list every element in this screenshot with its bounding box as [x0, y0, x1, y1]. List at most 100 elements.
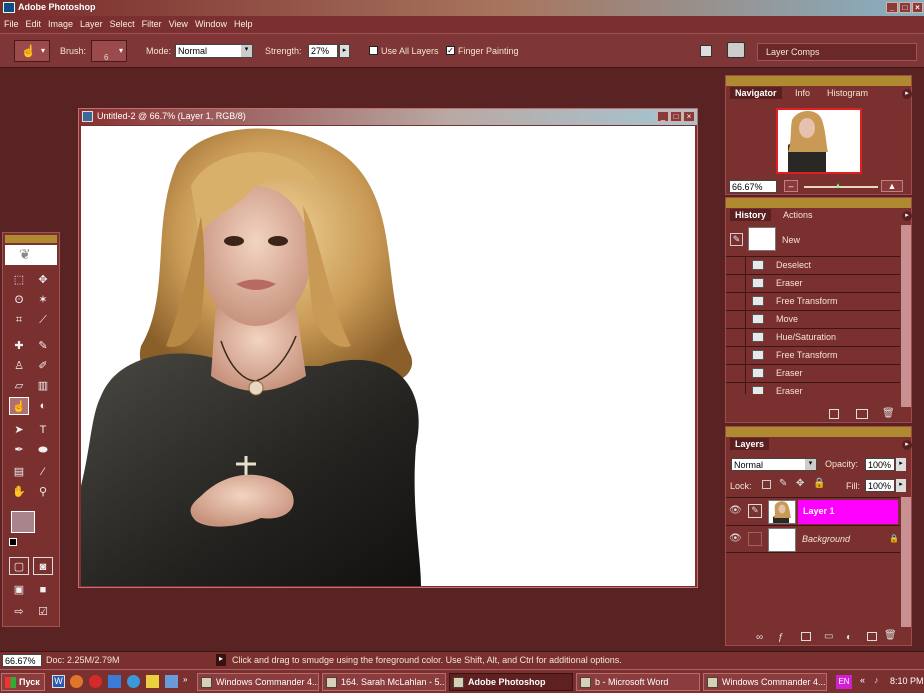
- lock-all-icon[interactable]: 🔒: [813, 478, 825, 489]
- history-item[interactable]: Free Transform: [726, 292, 900, 310]
- word-quicklaunch-icon[interactable]: W: [52, 675, 65, 688]
- shape-tool-icon[interactable]: ⬬: [33, 441, 53, 459]
- menu-window[interactable]: Window: [191, 16, 230, 29]
- slice-tool-icon[interactable]: ⟋: [33, 311, 53, 329]
- layer-row-background[interactable]: 👁 Background 🔒: [726, 525, 900, 553]
- navigator-zoom-input[interactable]: 66.67%: [729, 180, 777, 193]
- file-browser-icon[interactable]: [700, 45, 712, 57]
- tray-expand-icon[interactable]: «: [860, 675, 865, 685]
- zoom-in-icon[interactable]: ▲: [881, 180, 903, 192]
- document-canvas[interactable]: [81, 126, 695, 586]
- brush-tool-icon[interactable]: ✎: [33, 337, 53, 355]
- task-windows-commander-1[interactable]: Windows Commander 4....: [197, 673, 319, 691]
- panel-menu-icon[interactable]: ▸: [902, 89, 912, 99]
- palette-well-icon[interactable]: [727, 42, 745, 58]
- layer-link-cell[interactable]: [748, 532, 762, 546]
- menu-image[interactable]: Image: [44, 16, 76, 29]
- tab-actions[interactable]: Actions: [778, 209, 818, 221]
- path-selection-icon[interactable]: ➤: [9, 421, 29, 439]
- new-layer-icon[interactable]: [867, 632, 877, 641]
- maximize-icon[interactable]: □: [899, 2, 911, 13]
- eraser-tool-icon[interactable]: ▱: [9, 377, 29, 395]
- eye-icon[interactable]: 👁: [729, 533, 743, 545]
- zoom-out-icon[interactable]: –: [784, 180, 798, 192]
- task-microsoft-word[interactable]: b - Microsoft Word: [576, 673, 700, 691]
- foreground-color-swatch[interactable]: [11, 511, 35, 533]
- menu-help[interactable]: Help: [230, 16, 256, 29]
- menu-select[interactable]: Select: [106, 16, 138, 29]
- task-photoshop[interactable]: Adobe Photoshop: [449, 673, 573, 691]
- crop-tool-icon[interactable]: ⌗: [9, 311, 29, 329]
- start-button[interactable]: Пуск: [1, 673, 45, 691]
- lock-transparency-icon[interactable]: [762, 480, 771, 489]
- menu-file[interactable]: File: [0, 16, 22, 29]
- status-zoom[interactable]: 66.67%: [2, 654, 42, 667]
- move-tool-icon[interactable]: ✥: [33, 271, 53, 289]
- history-brush-icon[interactable]: ✐: [33, 357, 53, 375]
- explorer-quicklaunch-icon[interactable]: [146, 675, 159, 688]
- menu-edit[interactable]: Edit: [22, 16, 45, 29]
- full-screen-mode-icon[interactable]: ■: [33, 581, 53, 599]
- gradient-tool-icon[interactable]: ▥: [33, 377, 53, 395]
- hand-tool-icon[interactable]: ✋: [9, 483, 29, 501]
- opacity-input[interactable]: 100%: [865, 458, 895, 471]
- adjustment-layer-icon[interactable]: ◐: [846, 632, 852, 643]
- lock-image-icon[interactable]: ✎: [779, 478, 787, 489]
- history-item[interactable]: Eraser: [726, 274, 900, 292]
- pen-tool-icon[interactable]: ✒: [9, 441, 29, 459]
- smudge-tool-icon[interactable]: ☝: [9, 397, 29, 415]
- brush-picker[interactable]: 6 ▾: [91, 40, 127, 62]
- history-snapshot[interactable]: ✎ New: [726, 225, 900, 257]
- trash-icon[interactable]: 🗑: [882, 408, 895, 419]
- opacity-arrow-icon[interactable]: ▸: [896, 458, 906, 471]
- history-item[interactable]: Hue/Saturation: [726, 328, 900, 346]
- strength-input[interactable]: 27%: [308, 44, 338, 58]
- tab-layers[interactable]: Layers: [730, 438, 770, 450]
- fill-arrow-icon[interactable]: ▸: [896, 479, 906, 492]
- history-item[interactable]: Eraser: [726, 382, 900, 394]
- menu-view[interactable]: View: [165, 16, 191, 29]
- history-brush-source-icon[interactable]: ✎: [730, 233, 743, 246]
- new-snapshot-icon[interactable]: [856, 409, 868, 419]
- magic-wand-icon[interactable]: ✶: [33, 291, 53, 309]
- menu-layer[interactable]: Layer: [76, 16, 106, 29]
- quicklaunch-more-icon[interactable]: »: [183, 675, 192, 688]
- doc-maximize-icon[interactable]: □: [670, 111, 682, 122]
- blend-mode-select[interactable]: Normal ▾: [731, 458, 817, 471]
- imageready-icon[interactable]: ☑: [33, 603, 53, 621]
- navigator-thumbnail[interactable]: [776, 108, 862, 174]
- history-item[interactable]: Eraser: [726, 364, 900, 382]
- language-indicator[interactable]: EN: [836, 675, 852, 689]
- tab-history[interactable]: History: [730, 209, 772, 221]
- document-title-bar[interactable]: Untitled-2 @ 66.7% (Layer 1, RGB/8) _ □ …: [79, 109, 697, 125]
- desktop-quicklaunch-icon[interactable]: [165, 675, 178, 688]
- layer-mask-icon[interactable]: [801, 632, 811, 641]
- messenger-quicklaunch-icon[interactable]: [127, 675, 140, 688]
- task-winamp[interactable]: 164. Sarah McLahlan - 5...: [322, 673, 446, 691]
- clone-stamp-icon[interactable]: ♙: [9, 357, 29, 375]
- status-menu-arrow-icon[interactable]: ▸: [216, 654, 226, 666]
- opera-quicklaunch-icon[interactable]: [89, 675, 102, 688]
- doc-minimize-icon[interactable]: _: [657, 111, 669, 122]
- history-item[interactable]: Free Transform: [726, 346, 900, 364]
- tool-preset-picker[interactable]: ☝ ▾: [14, 40, 50, 62]
- dodge-tool-icon[interactable]: ◐: [33, 397, 53, 415]
- layer-row-layer-1[interactable]: 👁 ✎ Layer 1: [726, 497, 900, 525]
- marquee-tool-icon[interactable]: ⬚: [9, 271, 29, 289]
- use-all-layers-checkbox[interactable]: [369, 46, 378, 55]
- brush-link-icon[interactable]: ✎: [748, 504, 762, 518]
- panel-menu-icon[interactable]: ▸: [902, 440, 912, 450]
- volume-icon[interactable]: ♪: [874, 675, 884, 687]
- eyedropper-icon[interactable]: ⁄: [33, 463, 53, 481]
- lock-position-icon[interactable]: ✥: [796, 478, 804, 489]
- strength-slider-arrow-icon[interactable]: ▸: [339, 44, 350, 58]
- tab-info[interactable]: Info: [790, 87, 815, 99]
- quick-mask-icon[interactable]: ◙: [33, 557, 53, 575]
- layer-comps-tab[interactable]: Layer Comps: [757, 43, 917, 61]
- mode-select[interactable]: Normal ▾: [175, 44, 253, 58]
- eye-icon[interactable]: 👁: [729, 505, 743, 517]
- type-tool-icon[interactable]: T: [33, 421, 53, 439]
- zoom-slider-thumb-icon[interactable]: ▲: [834, 181, 842, 190]
- ie-quicklaunch-icon[interactable]: [108, 675, 121, 688]
- task-windows-commander-2[interactable]: Windows Commander 4....: [703, 673, 827, 691]
